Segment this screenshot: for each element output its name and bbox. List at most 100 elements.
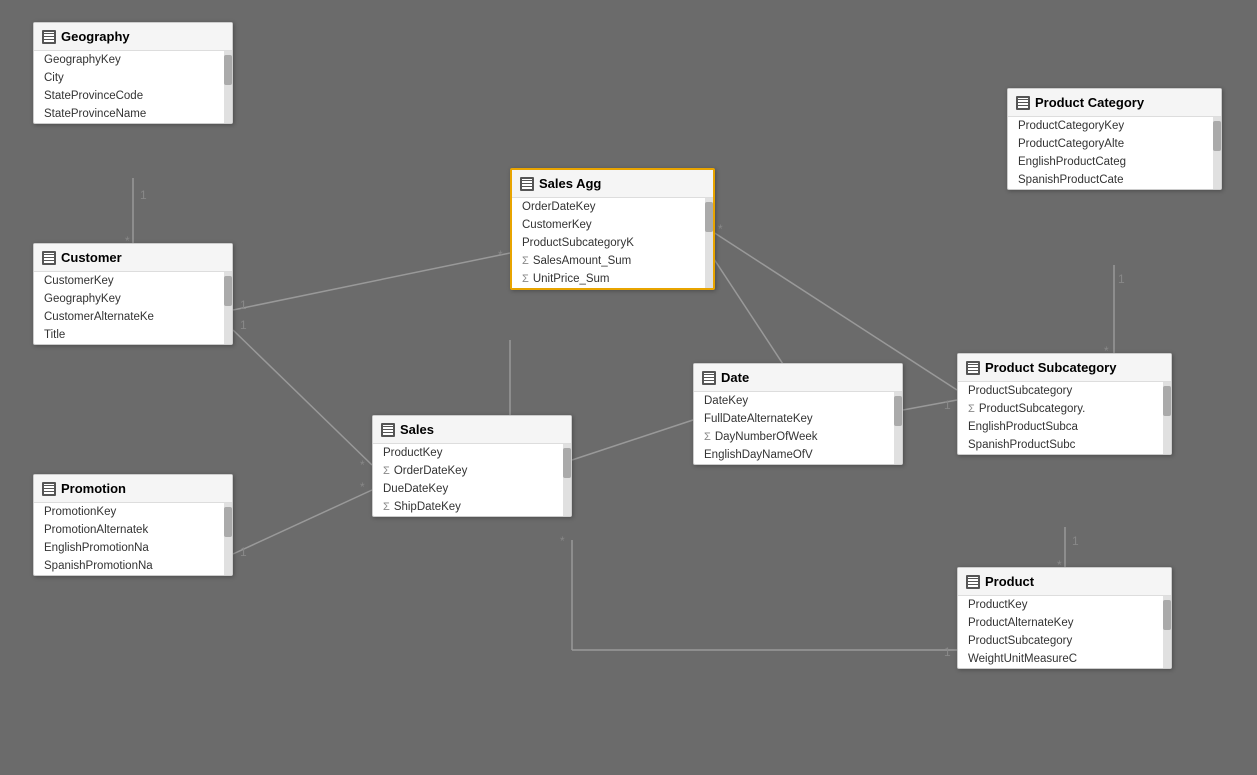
table-row: ΣOrderDateKey [373, 462, 571, 480]
table-row: EnglishProductSubca [958, 418, 1171, 436]
table-row: GeographyKey [34, 51, 232, 69]
cardinality-geo-cust-1: 1 [140, 188, 147, 202]
product-subcategory-scrollbar[interactable] [1163, 382, 1171, 454]
table-row: DueDateKey [373, 480, 571, 498]
promotion-body: PromotionKey PromotionAlternatek English… [34, 503, 232, 575]
table-row: EnglishDayNameOfV [694, 446, 902, 464]
table-row: WeightUnitMeasureC [958, 650, 1171, 668]
table-row: StateProvinceCode [34, 87, 232, 105]
product-body: ProductKey ProductAlternateKey ProductSu… [958, 596, 1171, 668]
product-category-title: Product Category [1035, 95, 1144, 110]
product-table: Product ProductKey ProductAlternateKey P… [957, 567, 1172, 669]
table-row: ProductCategoryAlte [1008, 135, 1221, 153]
table-row: EnglishProductCateg [1008, 153, 1221, 171]
cardinality-cust-salesagg-1: 1 [240, 298, 247, 312]
sales-title: Sales [400, 422, 434, 437]
sales-agg-header: Sales Agg [512, 170, 713, 198]
date-title: Date [721, 370, 749, 385]
sales-table-icon [381, 423, 395, 437]
customer-body: CustomerKey GeographyKey CustomerAlterna… [34, 272, 232, 344]
cardinality-date-subcat-1: 1 [944, 398, 951, 412]
diagram-canvas: 1 * 1 * 1 * 1 * 1 1 * 1 * 1 * 1 * 1 * Ge… [0, 0, 1257, 775]
product-subcategory-table: Product Subcategory ProductSubcategory Σ… [957, 353, 1172, 455]
customer-scrollbar[interactable] [224, 272, 232, 344]
table-row: ΣProductSubcategory. [958, 400, 1171, 418]
cardinality-cust-salesagg-star: * [498, 248, 503, 262]
cardinality-prom-sales-1: 1 [240, 545, 247, 559]
table-row: CustomerKey [512, 216, 713, 234]
geography-table-icon [42, 30, 56, 44]
product-table-icon [966, 575, 980, 589]
product-subcategory-header: Product Subcategory [958, 354, 1171, 382]
sales-table: Sales ProductKey ΣOrderDateKey DueDateKe… [372, 415, 572, 517]
date-scrollbar[interactable] [894, 392, 902, 464]
table-row: ΣSalesAmount_Sum [512, 252, 713, 270]
sales-header: Sales [373, 416, 571, 444]
sales-body: ProductKey ΣOrderDateKey DueDateKey ΣShi… [373, 444, 571, 516]
product-header: Product [958, 568, 1171, 596]
promotion-title: Promotion [61, 481, 126, 496]
cardinality-subcat-prod-1: 1 [1072, 534, 1079, 548]
table-row: ProductAlternateKey [958, 614, 1171, 632]
table-row: CustomerAlternateKe [34, 308, 232, 326]
table-row: SpanishProductCate [1008, 171, 1221, 189]
product-category-scrollbar[interactable] [1213, 117, 1221, 189]
table-row: StateProvinceName [34, 105, 232, 123]
sales-agg-table-icon [520, 177, 534, 191]
customer-header: Customer [34, 244, 232, 272]
customer-table: Customer CustomerKey GeographyKey Custom… [33, 243, 233, 345]
product-scrollbar[interactable] [1163, 596, 1171, 668]
table-row: PromotionKey [34, 503, 232, 521]
promotion-table-icon [42, 482, 56, 496]
cardinality-prom-sales-star: * [360, 480, 365, 494]
geography-table: Geography GeographyKey City StateProvinc… [33, 22, 233, 124]
table-row: ProductCategoryKey [1008, 117, 1221, 135]
customer-title: Customer [61, 250, 122, 265]
cardinality-sales-prod-star: * [560, 534, 565, 548]
table-row: Title [34, 326, 232, 344]
table-row: CustomerKey [34, 272, 232, 290]
geography-header: Geography [34, 23, 232, 51]
customer-table-icon [42, 251, 56, 265]
cardinality-sales-prod-1: 1 [944, 645, 951, 659]
table-row: ProductKey [958, 596, 1171, 614]
product-category-table: Product Category ProductCategoryKey Prod… [1007, 88, 1222, 190]
product-subcategory-body: ProductSubcategory ΣProductSubcategory. … [958, 382, 1171, 454]
table-row: OrderDateKey [512, 198, 713, 216]
table-row: FullDateAlternateKey [694, 410, 902, 428]
sales-agg-scrollbar[interactable] [705, 198, 713, 288]
table-row: ProductSubcategory [958, 632, 1171, 650]
cardinality-prodcat-subcat-1: 1 [1118, 272, 1125, 286]
product-category-body: ProductCategoryKey ProductCategoryAlte E… [1008, 117, 1221, 189]
date-header: Date [694, 364, 902, 392]
table-row: SpanishProductSubc [958, 436, 1171, 454]
date-body: DateKey FullDateAlternateKey ΣDayNumberO… [694, 392, 902, 464]
cardinality-cust-sales-1: 1 [240, 318, 247, 332]
table-row: ProductSubcategoryK [512, 234, 713, 252]
table-row: ΣShipDateKey [373, 498, 571, 516]
sales-agg-title: Sales Agg [539, 176, 601, 191]
sales-scrollbar[interactable] [563, 444, 571, 516]
sales-agg-body: OrderDateKey CustomerKey ProductSubcateg… [512, 198, 713, 288]
promotion-header: Promotion [34, 475, 232, 503]
table-row: ΣUnitPrice_Sum [512, 270, 713, 288]
table-row: ΣDayNumberOfWeek [694, 428, 902, 446]
product-subcategory-table-icon [966, 361, 980, 375]
promotion-table: Promotion PromotionKey PromotionAlternat… [33, 474, 233, 576]
date-table: Date DateKey FullDateAlternateKey ΣDayNu… [693, 363, 903, 465]
geography-scrollbar[interactable] [224, 51, 232, 123]
cardinality-salesagg-subcat-star: * [718, 222, 723, 236]
table-row: GeographyKey [34, 290, 232, 308]
table-row: PromotionAlternatek [34, 521, 232, 539]
product-category-table-icon [1016, 96, 1030, 110]
product-subcategory-title: Product Subcategory [985, 360, 1116, 375]
geography-title: Geography [61, 29, 130, 44]
product-category-header: Product Category [1008, 89, 1221, 117]
table-row: ProductKey [373, 444, 571, 462]
geography-body: GeographyKey City StateProvinceCode Stat… [34, 51, 232, 123]
table-row: SpanishPromotionNa [34, 557, 232, 575]
promotion-scrollbar[interactable] [224, 503, 232, 575]
sales-agg-table: Sales Agg OrderDateKey CustomerKey Produ… [510, 168, 715, 290]
cardinality-cust-sales-star: * [360, 458, 365, 472]
date-table-icon [702, 371, 716, 385]
